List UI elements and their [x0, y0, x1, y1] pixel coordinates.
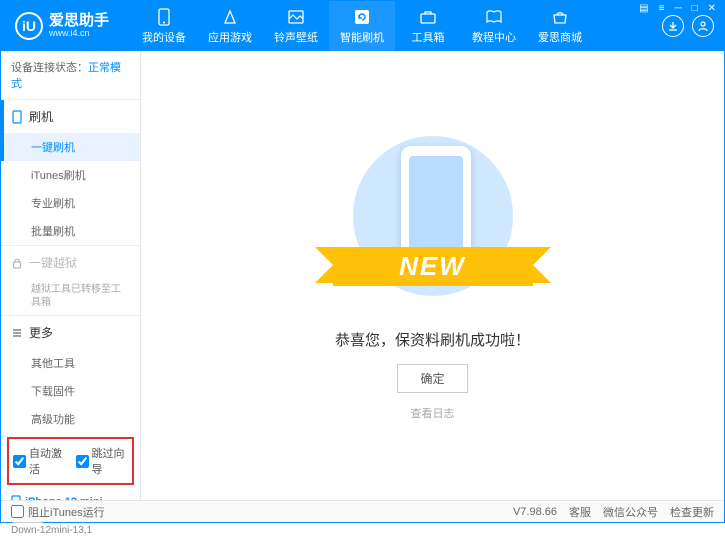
apps-icon: [221, 8, 239, 26]
nav-label: 铃声壁纸: [274, 29, 318, 45]
sidebar-item-firmware[interactable]: 下载固件: [1, 377, 140, 405]
download-button[interactable]: [662, 15, 684, 37]
app-subtitle: www.i4.cn: [49, 29, 109, 39]
block-itunes-checkbox[interactable]: 阻止iTunes运行: [11, 504, 105, 520]
nav-label: 应用游戏: [208, 29, 252, 45]
lock-icon: [11, 257, 23, 269]
toolbox-icon: [419, 8, 437, 26]
sidebar-item-advanced[interactable]: 高级功能: [1, 405, 140, 433]
sidebar-jailbreak-head: 一键越狱: [1, 246, 140, 279]
phone-icon: [155, 8, 173, 26]
success-illustration: NEW: [323, 131, 543, 311]
new-banner: NEW: [333, 247, 533, 286]
connection-status: 设备连接状态：正常模式: [1, 51, 140, 99]
sidebar-item-itunes[interactable]: iTunes刷机: [1, 161, 140, 189]
refresh-icon: [353, 8, 371, 26]
nav-toolbox[interactable]: 工具箱: [395, 1, 461, 51]
nav-flash[interactable]: 智能刷机: [329, 1, 395, 51]
jailbreak-note: 越狱工具已转移至工具箱: [1, 279, 140, 315]
nav-label: 教程中心: [472, 29, 516, 45]
sidebar-item-oneclick[interactable]: 一键刷机: [1, 133, 140, 161]
phone-small-icon: [11, 110, 23, 124]
menu-icon[interactable]: ▤: [637, 3, 650, 14]
skip-guide-checkbox[interactable]: 跳过向导: [76, 445, 129, 477]
sidebar-flash-head[interactable]: 刷机: [1, 100, 140, 133]
nav-label: 我的设备: [142, 29, 186, 45]
app-title: 爱思助手: [49, 13, 109, 30]
app-logo: iU 爱思助手 www.i4.cn: [1, 12, 131, 40]
nav-store[interactable]: 爱思商城: [527, 1, 593, 51]
menu-lines-icon: [11, 327, 23, 339]
nav-my-device[interactable]: 我的设备: [131, 1, 197, 51]
book-icon: [485, 8, 503, 26]
sidebar-item-batch[interactable]: 批量刷机: [1, 217, 140, 245]
nav-label: 工具箱: [412, 29, 445, 45]
nav-apps[interactable]: 应用游戏: [197, 1, 263, 51]
window-controls: ▤ ≡ ─ □ ✕: [637, 3, 718, 14]
wechat-link[interactable]: 微信公众号: [603, 504, 658, 520]
options-highlight: 自动激活 跳过向导: [7, 437, 134, 485]
nav-label: 爱思商城: [538, 29, 582, 45]
logo-icon: iU: [15, 12, 43, 40]
pin-icon[interactable]: ≡: [657, 3, 667, 14]
sidebar-item-pro[interactable]: 专业刷机: [1, 189, 140, 217]
service-link[interactable]: 客服: [569, 504, 591, 520]
ok-button[interactable]: 确定: [397, 364, 467, 393]
titlebar: iU 爱思助手 www.i4.cn 我的设备 应用游戏 铃声壁纸 智能刷机 工具…: [1, 1, 724, 51]
view-log-link[interactable]: 查看日志: [411, 405, 455, 421]
update-link[interactable]: 检查更新: [670, 504, 714, 520]
store-icon: [551, 8, 569, 26]
user-button[interactable]: [692, 15, 714, 37]
minimize-icon[interactable]: ─: [672, 3, 683, 14]
nav-ringtones[interactable]: 铃声壁纸: [263, 1, 329, 51]
sidebar-more-head[interactable]: 更多: [1, 316, 140, 349]
device-detail: Down-12mini-13,1: [11, 525, 130, 536]
auto-activate-checkbox[interactable]: 自动激活: [13, 445, 66, 477]
main-nav: 我的设备 应用游戏 铃声壁纸 智能刷机 工具箱 教程中心 爱思商城: [131, 1, 662, 51]
sidebar-item-other[interactable]: 其他工具: [1, 349, 140, 377]
success-message: 恭喜您，保资料刷机成功啦！: [335, 329, 530, 350]
wallpaper-icon: [287, 8, 305, 26]
sidebar: 设备连接状态：正常模式 刷机 一键刷机 iTunes刷机 专业刷机 批量刷机 一…: [1, 51, 141, 500]
maximize-icon[interactable]: □: [690, 3, 700, 14]
statusbar: 阻止iTunes运行 V7.98.66 客服 微信公众号 检查更新: [1, 500, 724, 522]
main-content: NEW 恭喜您，保资料刷机成功啦！ 确定 查看日志: [141, 51, 724, 500]
close-icon[interactable]: ✕: [706, 3, 718, 14]
nav-tutorials[interactable]: 教程中心: [461, 1, 527, 51]
version-label: V7.98.66: [513, 506, 557, 518]
nav-label: 智能刷机: [340, 29, 384, 45]
